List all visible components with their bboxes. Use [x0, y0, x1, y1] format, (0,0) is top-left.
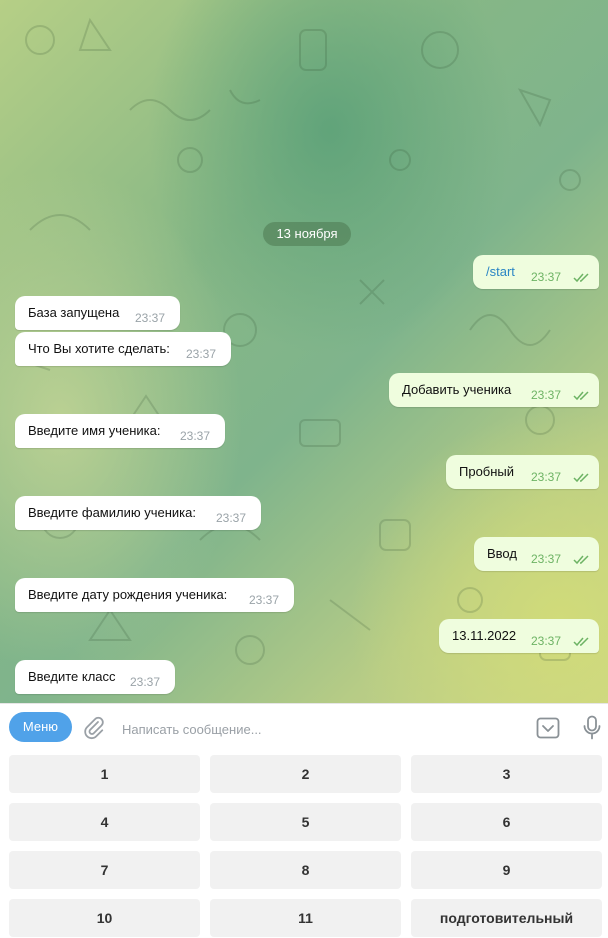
keyboard-button[interactable]: 4: [9, 803, 200, 841]
message-time: 23:37: [531, 552, 562, 566]
message-text: Ввод: [487, 546, 517, 561]
message-time: 23:37: [249, 593, 280, 607]
message-text: 13.11.2022: [452, 628, 517, 643]
keyboard-button[interactable]: 10: [9, 899, 200, 937]
message-outgoing: Пробный 23:37: [446, 455, 599, 489]
message-incoming: Введите фамилию ученика: 23:37: [15, 496, 261, 530]
keyboard-button[interactable]: 1: [9, 755, 200, 793]
message-time: 23:37: [531, 470, 562, 484]
message-text: Что Вы хотите сделать:: [28, 341, 170, 356]
message-time: 23:37: [186, 347, 217, 361]
message-incoming: Введите имя ученика: 23:37: [15, 414, 225, 448]
message-time: 23:37: [531, 270, 562, 284]
message-outgoing[interactable]: /start 23:37: [473, 255, 599, 289]
keyboard-button[interactable]: 6: [411, 803, 602, 841]
message-time: 23:37: [130, 675, 161, 689]
message-composer: Меню: [0, 703, 608, 750]
message-text: Введите дату рождения ученика:: [28, 587, 228, 602]
message-time: 23:37: [180, 429, 211, 443]
double-check-icon: [573, 473, 589, 483]
message-incoming: Введите класс 23:37: [15, 660, 175, 694]
chat-background: 13 ноября /start 23:37 База запущена 23:…: [0, 0, 608, 703]
keyboard-button[interactable]: подготовительный: [411, 899, 602, 937]
message-outgoing: Добавить ученика 23:37: [389, 373, 599, 407]
paperclip-icon[interactable]: [82, 716, 106, 740]
message-input[interactable]: [120, 714, 524, 744]
message-text: Введите класс: [28, 669, 116, 684]
message-text: База запущена: [28, 305, 120, 320]
keyboard-button[interactable]: 5: [210, 803, 401, 841]
keyboard-button[interactable]: 9: [411, 851, 602, 889]
message-outgoing: Ввод 23:37: [474, 537, 599, 571]
message-text: Введите фамилию ученика:: [28, 505, 196, 520]
message-time: 23:37: [531, 634, 562, 648]
keyboard-button[interactable]: 7: [9, 851, 200, 889]
message-time: 23:37: [531, 388, 562, 402]
menu-button[interactable]: Меню: [9, 712, 72, 742]
message-incoming: База запущена 23:37: [15, 296, 180, 330]
bot-keyboard-icon[interactable]: [536, 717, 560, 739]
keyboard-button[interactable]: 11: [210, 899, 401, 937]
double-check-icon: [573, 391, 589, 401]
microphone-icon[interactable]: [582, 715, 602, 741]
date-separator: 13 ноября: [263, 222, 351, 246]
double-check-icon: [573, 637, 589, 647]
keyboard-button[interactable]: 2: [210, 755, 401, 793]
double-check-icon: [573, 273, 589, 283]
message-incoming: Введите дату рождения ученика: 23:37: [15, 578, 294, 612]
message-text: Добавить ученика: [402, 382, 512, 397]
message-outgoing: 13.11.2022 23:37: [439, 619, 599, 653]
double-check-icon: [573, 555, 589, 565]
keyboard-button[interactable]: 3: [411, 755, 602, 793]
keyboard-button[interactable]: 8: [210, 851, 401, 889]
message-text: Пробный: [459, 464, 515, 479]
message-time: 23:37: [216, 511, 247, 525]
message-incoming: Что Вы хотите сделать: 23:37: [15, 332, 231, 366]
message-time: 23:37: [135, 311, 166, 325]
message-text[interactable]: /start: [486, 264, 515, 279]
message-text: Введите имя ученика:: [28, 423, 161, 438]
bot-reply-keyboard: 1 2 3 4 5 6 7 8 9 10 11 подготовительный: [0, 749, 608, 938]
